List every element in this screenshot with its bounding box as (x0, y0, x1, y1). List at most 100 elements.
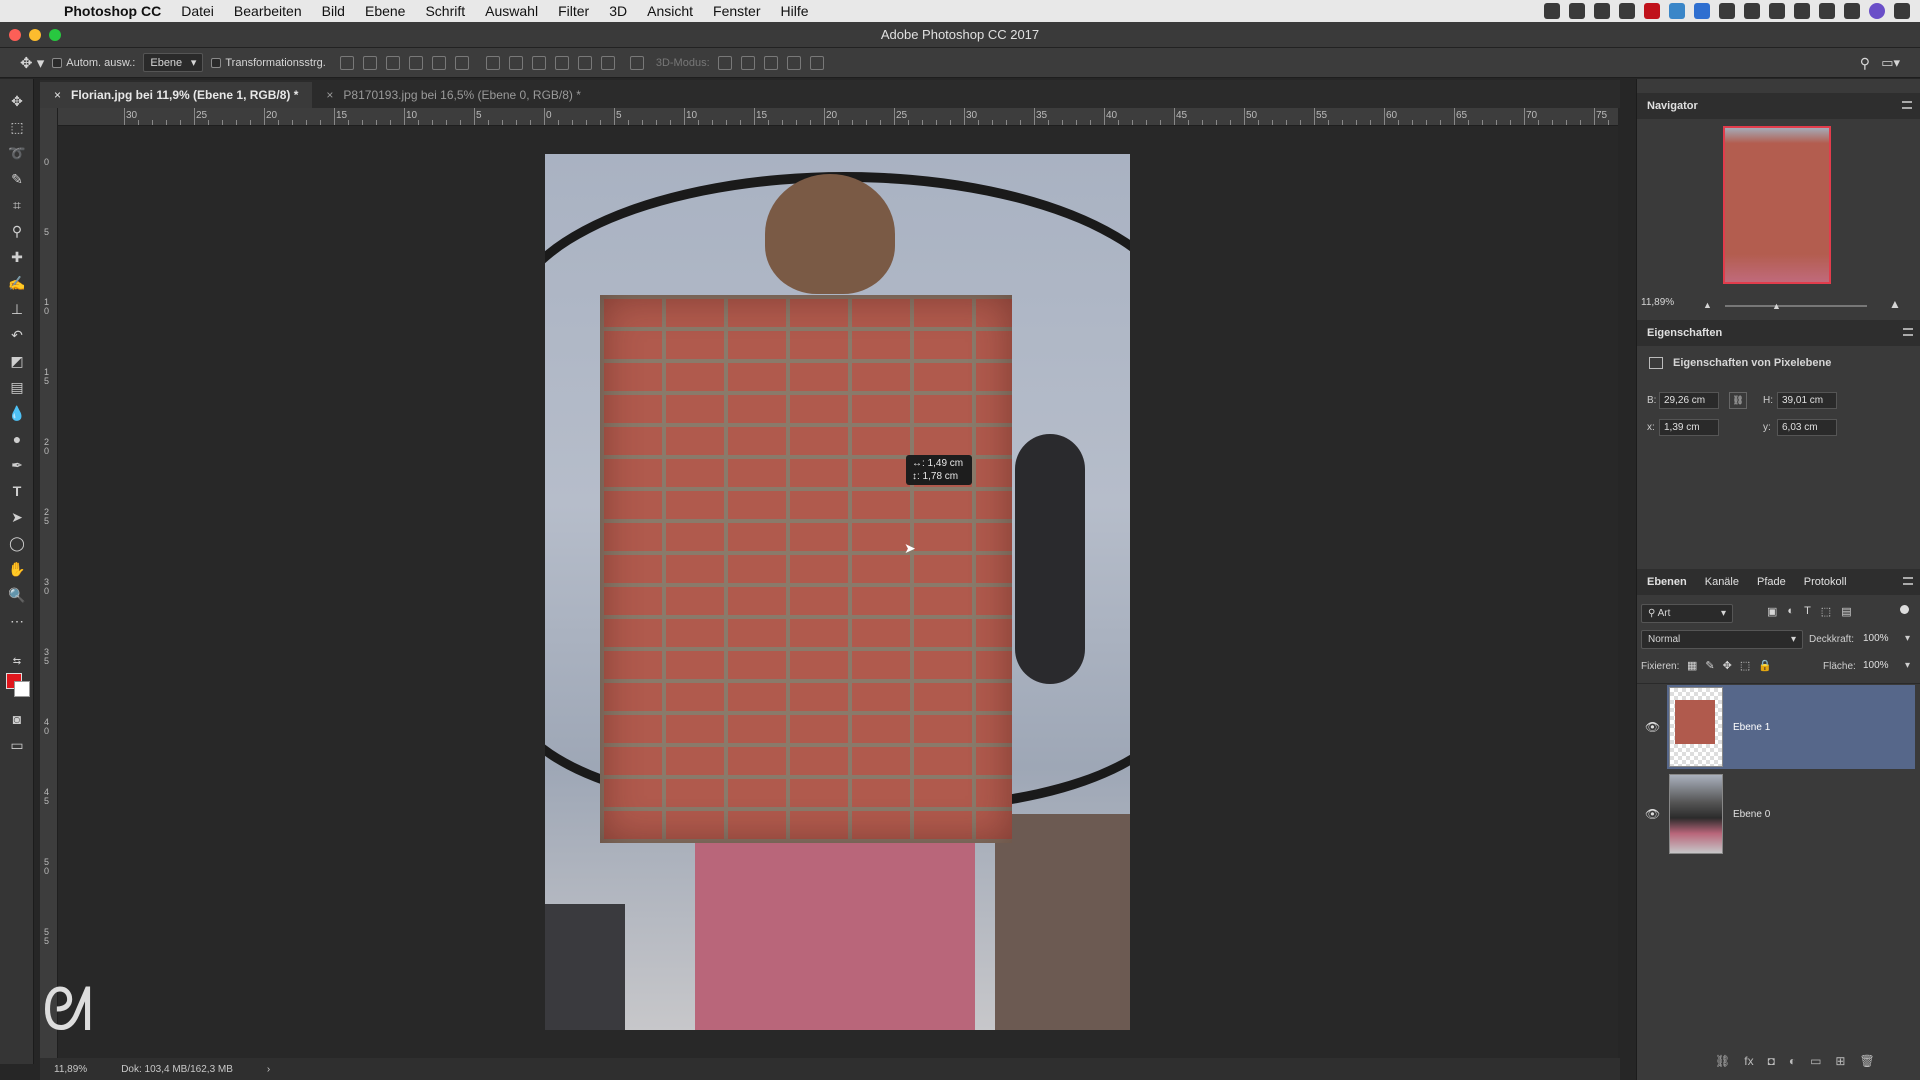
distribute-left-icon[interactable] (554, 55, 569, 70)
tab-p8170193[interactable]: × P8170193.jpg bei 16,5% (Ebene 0, RGB/8… (312, 82, 595, 108)
tab-protokoll[interactable]: Protokoll (1804, 576, 1847, 588)
panel-menu-icon[interactable] (1903, 328, 1913, 336)
zoom-out-icon[interactable]: ▲ (1703, 300, 1712, 310)
filter-toggle-icon[interactable] (1900, 605, 1909, 614)
auto-select-dropdown[interactable]: Ebene ▾ (143, 53, 204, 72)
navigator-zoom[interactable]: 11,89% (1641, 297, 1674, 308)
vertical-ruler[interactable]: 0 5 1 0 1 5 2 0 2 5 3 0 3 5 4 0 4 5 5 0 5 5 (40, 108, 58, 1058)
3d-rotate-icon[interactable] (717, 55, 732, 70)
x-field[interactable]: 1,39 cm (1659, 419, 1719, 436)
swap-colors-icon[interactable]: ⇆ (7, 651, 27, 671)
menu-auswahl[interactable]: Auswahl (475, 3, 548, 19)
quick-mask-icon[interactable]: ◙ (7, 709, 27, 729)
display-icon[interactable] (1719, 3, 1735, 19)
type-tool-icon[interactable]: T (7, 481, 27, 501)
properties-title[interactable]: Eigenschaften (1647, 327, 1722, 339)
fill-chevron-icon[interactable]: ▾ (1905, 660, 1910, 671)
lock-artboard-icon[interactable]: ⬚ (1740, 659, 1750, 672)
zoom-level[interactable]: 11,89% (54, 1064, 87, 1075)
visibility-eye-icon[interactable]: 👁 (1645, 720, 1660, 734)
wifi-icon[interactable] (1819, 3, 1835, 19)
fill-field[interactable]: 100% (1859, 658, 1903, 675)
tab-kanaele[interactable]: Kanäle (1705, 576, 1739, 588)
close-window-icon[interactable] (9, 29, 21, 41)
new-group-icon[interactable]: ▭ (1810, 1054, 1821, 1068)
3d-pan-icon[interactable] (763, 55, 778, 70)
link-layers-icon[interactable]: ⛓ (1715, 1054, 1730, 1068)
horizontal-ruler[interactable]: 30 25 20 15 10 5 0 5 10 15 20 25 30 35 40 45 50 55 60 65 70 7… (58, 108, 1618, 126)
menu-ebene[interactable]: Ebene (355, 3, 415, 19)
align-top-icon[interactable] (339, 55, 354, 70)
auto-select-checkbox[interactable]: Autom. ausw.: (52, 57, 135, 69)
layer-filter-dropdown[interactable]: ⚲ Art ▾ (1641, 604, 1733, 623)
adobe-icon[interactable] (1644, 3, 1660, 19)
dodge-tool-icon[interactable]: ● (7, 429, 27, 449)
tab-florian[interactable]: × Florian.jpg bei 11,9% (Ebene 1, RGB/8)… (40, 82, 313, 108)
filter-adjustment-icon[interactable]: ◐ (1787, 605, 1794, 618)
crop-tool-icon[interactable]: ⌗ (7, 195, 27, 215)
menu-schrift[interactable]: Schrift (415, 3, 475, 19)
menu-bearbeiten[interactable]: Bearbeiten (224, 3, 312, 19)
visibility-eye-icon[interactable]: 👁 (1645, 807, 1660, 821)
background-color-swatch[interactable] (14, 681, 30, 697)
distribute-top-icon[interactable] (485, 55, 500, 70)
distribute-bottom-icon[interactable] (531, 55, 546, 70)
navigator-zoom-slider[interactable] (1725, 305, 1867, 307)
hand-tool-icon[interactable]: ✋ (7, 559, 27, 579)
auto-align-icon[interactable] (629, 55, 644, 70)
time-machine-icon[interactable] (1769, 3, 1785, 19)
3d-roll-icon[interactable] (740, 55, 755, 70)
align-left-icon[interactable] (408, 55, 423, 70)
lock-all-icon[interactable]: 🔒 (1758, 659, 1772, 672)
blend-mode-dropdown[interactable]: Normal ▾ (1641, 630, 1803, 649)
zoom-tool-icon[interactable]: 🔍 (7, 585, 27, 605)
align-hcenter-icon[interactable] (431, 55, 446, 70)
record-icon[interactable] (1544, 3, 1560, 19)
status-arrow-icon[interactable]: › (267, 1064, 270, 1075)
eraser-tool-icon[interactable]: ◩ (7, 351, 27, 371)
panel-menu-icon[interactable] (1903, 577, 1913, 585)
pen-tool-icon[interactable]: ✒ (7, 455, 27, 475)
blur-tool-icon[interactable]: 💧 (7, 403, 27, 423)
align-vcenter-icon[interactable] (362, 55, 377, 70)
menu-ansicht[interactable]: Ansicht (637, 3, 703, 19)
y-field[interactable]: 6,03 cm (1777, 419, 1837, 436)
lock-paint-icon[interactable]: ✎ (1705, 659, 1714, 672)
distribute-hcenter-icon[interactable] (577, 55, 592, 70)
search-icon[interactable]: ⚲ (1860, 55, 1870, 72)
filter-shape-icon[interactable]: ⬚ (1821, 605, 1831, 618)
panel-menu-icon[interactable] (1902, 101, 1912, 109)
lock-transparency-icon[interactable]: ▦ (1687, 659, 1697, 672)
more-tools-icon[interactable]: ⋯ (7, 611, 27, 631)
delete-layer-icon[interactable]: 🗑 (1859, 1054, 1874, 1068)
navigator-title[interactable]: Navigator (1647, 100, 1698, 112)
lock-position-icon[interactable]: ✥ (1723, 659, 1732, 672)
layer-style-icon[interactable]: fx (1744, 1054, 1753, 1068)
add-mask-icon[interactable]: ◘ (1768, 1054, 1775, 1068)
navigator-preview[interactable] (1723, 126, 1831, 284)
distribute-right-icon[interactable] (600, 55, 615, 70)
close-tab-icon[interactable]: × (54, 88, 61, 102)
move-tool-icon[interactable]: ✥ (7, 91, 27, 111)
healing-brush-tool-icon[interactable]: ✚ (7, 247, 27, 267)
lasso-tool-icon[interactable]: ➰ (7, 143, 27, 163)
tab-ebenen[interactable]: Ebenen (1647, 576, 1687, 588)
creative-cloud-icon[interactable] (1619, 3, 1635, 19)
align-bottom-icon[interactable] (385, 55, 400, 70)
opacity-chevron-icon[interactable]: ▾ (1905, 633, 1910, 644)
filter-smartobject-icon[interactable]: ▤ (1841, 605, 1851, 618)
tab-pfade[interactable]: Pfade (1757, 576, 1786, 588)
sync-icon[interactable] (1669, 3, 1685, 19)
menu-bild[interactable]: Bild (312, 3, 355, 19)
clone-stamp-tool-icon[interactable]: ⊥ (7, 299, 27, 319)
path-select-tool-icon[interactable]: ➤ (7, 507, 27, 527)
filter-type-icon[interactable]: T (1804, 605, 1811, 618)
dropbox-icon[interactable] (1694, 3, 1710, 19)
close-tab-icon[interactable]: × (326, 88, 333, 102)
height-field[interactable]: 39,01 cm (1777, 392, 1837, 409)
app-icon[interactable] (1569, 3, 1585, 19)
layer-row-ebene-1[interactable]: Ebene 1 (1667, 685, 1915, 769)
distribute-vcenter-icon[interactable] (508, 55, 523, 70)
marquee-tool-icon[interactable]: ⬚ (7, 117, 27, 137)
minimize-window-icon[interactable] (29, 29, 41, 41)
